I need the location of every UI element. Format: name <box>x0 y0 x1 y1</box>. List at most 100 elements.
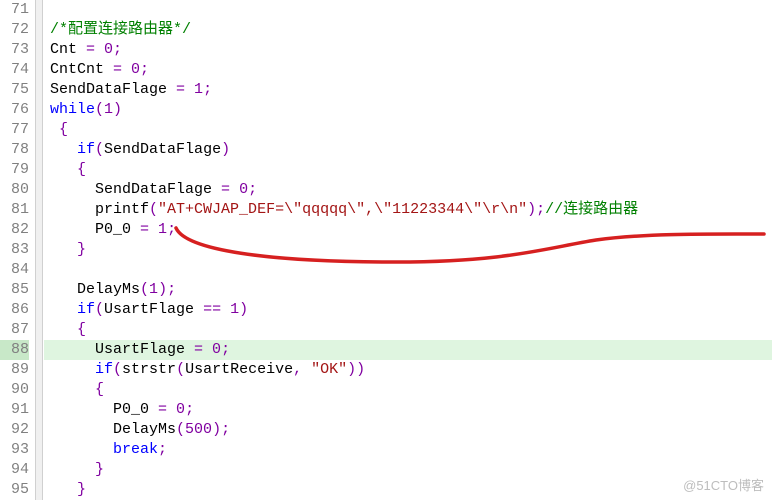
identifier: P0_0 <box>113 401 149 418</box>
code-line: SendDataFlage = 1; <box>44 80 772 100</box>
punct: ( <box>113 361 122 378</box>
comment: /*配置连接路由器*/ <box>50 21 191 38</box>
punct: ) <box>239 301 248 318</box>
code-line: } <box>44 460 772 480</box>
brace: } <box>95 461 104 478</box>
code-line: while(1) <box>44 100 772 120</box>
punct: ) <box>221 141 230 158</box>
identifier: DelayMs <box>113 421 176 438</box>
code-line: DelayMs(1); <box>44 280 772 300</box>
punct: ; <box>203 81 212 98</box>
brace: } <box>77 241 86 258</box>
brace: { <box>95 381 104 398</box>
line-number: 71 <box>0 0 29 20</box>
number: 0 <box>176 401 185 418</box>
identifier: UsartReceive <box>185 361 293 378</box>
keyword: break <box>113 441 158 458</box>
code-line: } <box>44 480 772 500</box>
punct: ( <box>149 201 158 218</box>
punct: ; <box>221 421 230 438</box>
identifier: DelayMs <box>77 281 140 298</box>
operator: = <box>104 61 131 78</box>
line-number: 89 <box>0 360 29 380</box>
punct: ; <box>140 61 149 78</box>
operator: = <box>167 81 194 98</box>
keyword: if <box>95 361 113 378</box>
brace: { <box>77 321 86 338</box>
code-line: Cnt = 0; <box>44 40 772 60</box>
operator: = <box>185 341 212 358</box>
line-number: 86 <box>0 300 29 320</box>
line-number: 73 <box>0 40 29 60</box>
line-number: 75 <box>0 80 29 100</box>
identifier: UsartFlage <box>104 301 194 318</box>
code-area[interactable]: /*配置连接路由器*/ Cnt = 0; CntCnt = 0; SendDat… <box>36 0 772 500</box>
punct: ; <box>221 341 230 358</box>
line-number: 72 <box>0 20 29 40</box>
punct: ; <box>113 41 122 58</box>
punct: , <box>293 361 311 378</box>
number: 1 <box>104 101 113 118</box>
punct: ) <box>347 361 356 378</box>
punct: ) <box>212 421 221 438</box>
code-line: CntCnt = 0; <box>44 60 772 80</box>
brace: } <box>77 481 86 498</box>
string: "AT+CWJAP_DEF=\"qqqqq\",\"11223344\"\r\n… <box>158 201 527 218</box>
number: 0 <box>239 181 248 198</box>
number: 0 <box>212 341 221 358</box>
line-number: 90 <box>0 380 29 400</box>
code-line: printf("AT+CWJAP_DEF=\"qqqqq\",\"1122334… <box>44 200 772 220</box>
punct: ( <box>140 281 149 298</box>
punct: ( <box>95 141 104 158</box>
string: "OK" <box>311 361 347 378</box>
punct: ; <box>248 181 257 198</box>
number: 1 <box>158 221 167 238</box>
line-number: 93 <box>0 440 29 460</box>
code-line: { <box>44 160 772 180</box>
number: 1 <box>194 81 203 98</box>
keyword: if <box>77 141 95 158</box>
brace: { <box>59 121 68 138</box>
identifier: SendDataFlage <box>104 141 221 158</box>
code-line <box>44 260 772 280</box>
code-line <box>44 0 772 20</box>
identifier: P0_0 <box>95 221 131 238</box>
line-number: 76 <box>0 100 29 120</box>
line-number: 92 <box>0 420 29 440</box>
code-line: UsartFlage = 0; <box>44 340 772 360</box>
punct: ; <box>167 221 176 238</box>
line-number: 79 <box>0 160 29 180</box>
brace: { <box>77 161 86 178</box>
number: 0 <box>104 41 113 58</box>
operator: = <box>131 221 158 238</box>
code-line: { <box>44 120 772 140</box>
code-line: P0_0 = 1; <box>44 220 772 240</box>
operator: = <box>77 41 104 58</box>
punct: ) <box>356 361 365 378</box>
punct: ; <box>167 281 176 298</box>
punct: ( <box>176 421 185 438</box>
punct: ; <box>185 401 194 418</box>
number: 0 <box>131 61 140 78</box>
punct: ( <box>95 101 104 118</box>
code-line: { <box>44 380 772 400</box>
line-number: 77 <box>0 120 29 140</box>
keyword: if <box>77 301 95 318</box>
line-number: 91 <box>0 400 29 420</box>
punct: ( <box>95 301 104 318</box>
punct: ; <box>536 201 545 218</box>
code-line: break; <box>44 440 772 460</box>
punct: ( <box>176 361 185 378</box>
code-line: DelayMs(500); <box>44 420 772 440</box>
identifier: CntCnt <box>50 61 104 78</box>
line-number: 80 <box>0 180 29 200</box>
identifier: printf <box>95 201 149 218</box>
line-number: 82 <box>0 220 29 240</box>
punct: ; <box>158 441 167 458</box>
code-line: if(strstr(UsartReceive, "OK")) <box>44 360 772 380</box>
line-number: 78 <box>0 140 29 160</box>
comment: //连接路由器 <box>545 201 638 218</box>
identifier: UsartFlage <box>95 341 185 358</box>
code-line: SendDataFlage = 0; <box>44 180 772 200</box>
punct: ) <box>158 281 167 298</box>
